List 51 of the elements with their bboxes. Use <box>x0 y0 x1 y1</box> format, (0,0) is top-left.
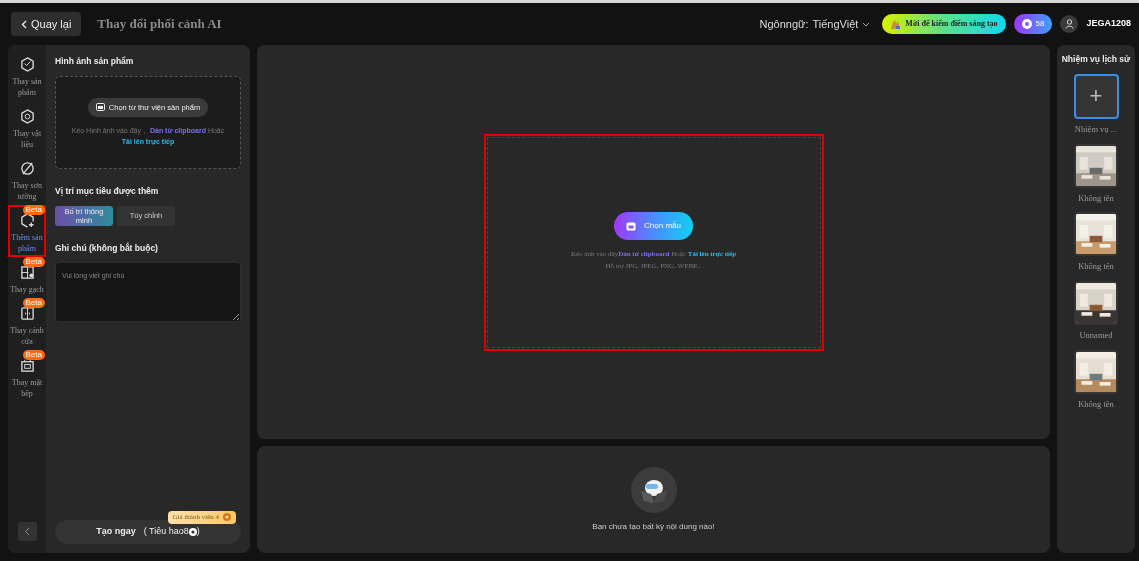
tool-icon <box>19 109 35 125</box>
sidebar-item[interactable]: Thay sản phẩm <box>8 49 46 101</box>
language-select[interactable]: Ngônngữ: TiếngViệt <box>759 15 871 33</box>
points-badge[interactable]: 58 <box>1013 14 1053 34</box>
tool-icon <box>19 358 35 374</box>
chevron-down-icon <box>862 21 871 27</box>
coin-icon <box>1021 19 1032 29</box>
sidebar-item[interactable]: Beta Thay mặt bếp <box>8 350 46 402</box>
empty-message: Bạn chưa tạo bất kỳ nội dung nào! <box>592 520 715 533</box>
sidebar-item[interactable]: Beta Thêm sản phẩm <box>8 205 46 257</box>
sidebar-item[interactable]: Beta Thay gạch <box>8 257 46 298</box>
history-thumbnail[interactable] <box>1074 281 1118 325</box>
page-title: Thay đổi phối cảnh AI <box>97 15 222 34</box>
new-task-tile[interactable]: + <box>1073 73 1119 119</box>
tool-icon <box>19 306 35 322</box>
avatar-icon[interactable] <box>1060 15 1079 33</box>
coin-icon <box>223 513 231 522</box>
history-thumbnail[interactable] <box>1074 212 1118 257</box>
beta-badge: Beta <box>22 205 45 215</box>
history-thumbnail[interactable] <box>1074 349 1118 394</box>
history-title: Nhiệm vụ lịch sử <box>1061 53 1131 66</box>
tool-icon <box>19 57 35 73</box>
tool-icon <box>19 265 35 281</box>
invite-button[interactable]: Mời để kiếm điểm sáng tạo <box>882 14 1006 34</box>
beta-badge: Beta <box>22 298 45 308</box>
template-button[interactable]: Chọn mẫu <box>614 212 693 240</box>
sidebar-item[interactable]: Thay vật liệu <box>8 101 46 153</box>
username: JEGA1208 <box>1086 17 1131 31</box>
generate-button[interactable]: Tạo ngay ( Tiêu hao8 ) <box>55 520 241 544</box>
beta-badge: Beta <box>22 350 45 360</box>
task-label: Nhiệm vụ ... <box>1074 122 1118 136</box>
robot-box-drawing <box>630 466 677 513</box>
coin-icon <box>188 528 197 536</box>
folder-icon <box>626 221 637 231</box>
sidebar-item[interactable]: Thay sơn tường <box>8 153 46 205</box>
section-title: Ghi chú (không bắt buộc) <box>55 241 159 255</box>
beta-badge: Beta <box>22 257 45 267</box>
section-title: Hình ảnh sản phẩm <box>55 55 135 68</box>
task-label: Không tên <box>1078 397 1114 411</box>
history-thumbnail[interactable] <box>1074 143 1118 188</box>
section-title: Vị trí mục tiêu được thêm <box>55 184 160 198</box>
sidebar-item[interactable]: Beta Thay cánh cửa <box>8 298 46 350</box>
chevron-left-icon <box>24 527 30 536</box>
back-icon <box>21 19 27 29</box>
task-label: Không tên <box>1078 260 1114 273</box>
task-label: Không tên <box>1078 191 1114 205</box>
back-button[interactable]: Quay lại <box>11 11 82 37</box>
folder-icon <box>95 103 105 112</box>
task-label: Unnamed <box>1079 329 1113 342</box>
tool-icon <box>19 213 35 229</box>
tool-icon <box>19 161 35 177</box>
